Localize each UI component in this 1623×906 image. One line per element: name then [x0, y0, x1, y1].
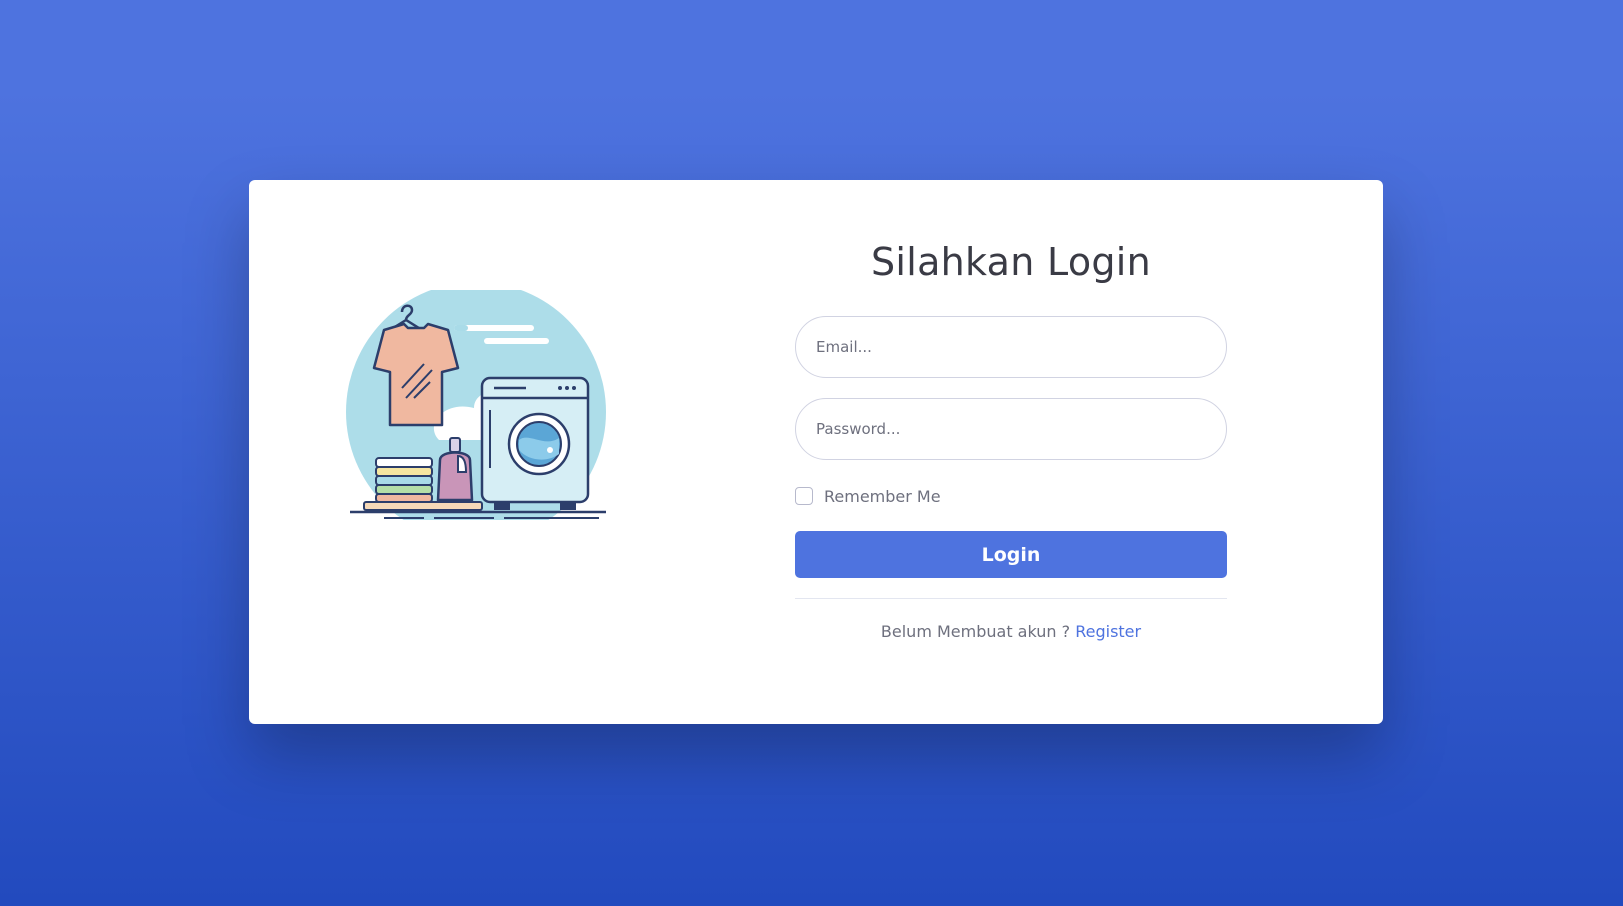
login-button[interactable]: Login: [795, 531, 1227, 578]
register-line: Belum Membuat akun ? Register: [795, 622, 1227, 641]
login-form: Silahkan Login Remember Me Login Belum M…: [795, 180, 1227, 641]
laundry-illustration-icon: [346, 290, 606, 520]
login-card: Silahkan Login Remember Me Login Belum M…: [249, 180, 1383, 724]
password-input[interactable]: [795, 398, 1227, 460]
remember-me-checkbox[interactable]: [795, 487, 813, 505]
register-prompt: Belum Membuat akun ?: [880, 622, 1071, 641]
illustration-panel: [249, 180, 705, 724]
page-title: Silahkan Login: [870, 240, 1152, 284]
email-input[interactable]: [795, 316, 1227, 378]
register-link[interactable]: Register: [1075, 622, 1141, 641]
remember-me-label[interactable]: Remember Me: [824, 487, 941, 506]
remember-me: Remember Me: [795, 486, 1227, 506]
divider: [795, 598, 1227, 599]
